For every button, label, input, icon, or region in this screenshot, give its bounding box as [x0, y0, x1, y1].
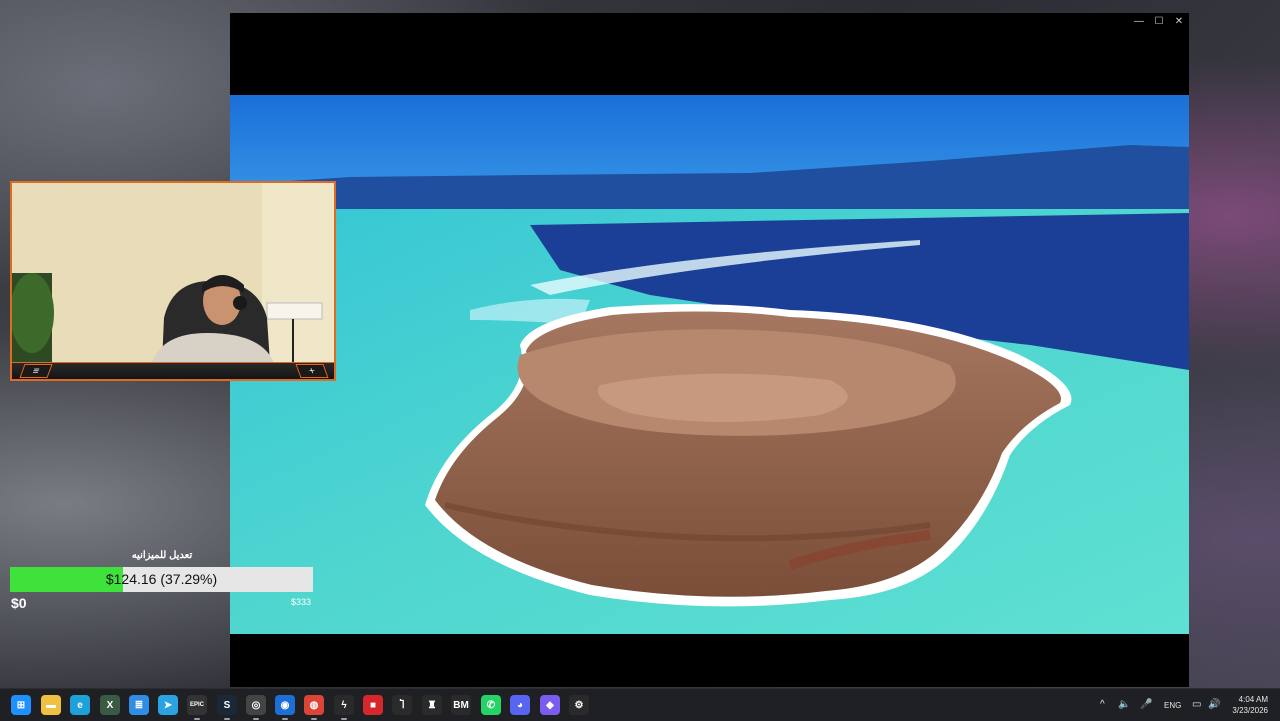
microphone-icon[interactable]: 🎤: [1140, 699, 1152, 710]
tray-chevron-icon[interactable]: ^: [1100, 699, 1105, 710]
webcam-overlay[interactable]: ≡ +: [10, 181, 336, 381]
settings-app-icon[interactable]: ⚙: [569, 695, 589, 715]
display-icon[interactable]: ▭: [1192, 699, 1201, 710]
budget-progress-bar: $124.16 (37.29%): [10, 567, 313, 592]
budget-max-label: $333: [291, 597, 312, 607]
clock-date: 3/23/2026: [1232, 706, 1268, 715]
webcam-menu-button[interactable]: ≡: [19, 364, 53, 378]
purple-app-icon[interactable]: ◆: [540, 695, 560, 715]
discord-icon[interactable]: ◕: [510, 695, 530, 715]
webcam-add-button[interactable]: +: [295, 364, 329, 378]
webcam-feed: [12, 183, 334, 363]
video-frame[interactable]: [230, 95, 1189, 634]
volume-icon[interactable]: 🔊: [1208, 699, 1220, 710]
chrome-icon[interactable]: ◍: [304, 695, 324, 720]
speaker-icon[interactable]: 🔈: [1118, 699, 1130, 710]
epic-games-icon[interactable]: EPIC: [187, 695, 207, 720]
whatsapp-icon[interactable]: ✆: [481, 695, 501, 715]
maximize-button[interactable]: ☐: [1149, 13, 1169, 29]
minimize-button[interactable]: —: [1129, 13, 1149, 29]
close-button[interactable]: ✕: [1169, 13, 1189, 29]
bm-app-icon[interactable]: BM: [451, 695, 471, 715]
edge-icon[interactable]: e: [70, 695, 90, 715]
red-app-icon[interactable]: ■: [363, 695, 383, 715]
file-explorer-icon[interactable]: ▬: [41, 695, 61, 715]
game-app-icon[interactable]: Ⴈ: [392, 695, 412, 715]
windows-start-icon[interactable]: ⊞: [11, 695, 31, 715]
excel-icon[interactable]: X: [100, 695, 120, 715]
bolt-app-icon[interactable]: ϟ: [334, 695, 354, 720]
window-controls: — ☐ ✕: [1129, 13, 1189, 29]
notepad-icon[interactable]: ≣: [129, 695, 149, 715]
taskbar: ⊞ ▬ e X ≣ ➤ EPIC S ◎ ◉ ◍ ϟ ■ Ⴈ ♜ BM ✆ ◕ ◆ ⚙ ^ 🔈 🎤 ENG ▭ 🔊 4…: [0, 688, 1280, 721]
steam-icon[interactable]: S: [217, 695, 237, 720]
telegram-icon[interactable]: ➤: [158, 695, 178, 715]
budget-min-label: $0: [11, 595, 27, 611]
budget-title: تعديل للميزانيه: [131, 550, 193, 561]
language-indicator[interactable]: ENG: [1164, 701, 1181, 710]
app-blue-icon[interactable]: ◉: [275, 695, 295, 720]
torch-icon[interactable]: ♜: [422, 695, 442, 715]
webcam-controls-bar: ≡ +: [12, 362, 334, 379]
video-player-window[interactable]: — ☐ ✕: [230, 13, 1189, 687]
budget-value-label: $124.16 (37.29%): [105, 571, 218, 587]
island-video-image: [230, 95, 1189, 634]
vpn-icon[interactable]: ◎: [246, 695, 266, 720]
system-clock[interactable]: 4:04 AM 3/23/2026: [1232, 694, 1268, 716]
clock-time: 4:04 AM: [1238, 695, 1268, 704]
